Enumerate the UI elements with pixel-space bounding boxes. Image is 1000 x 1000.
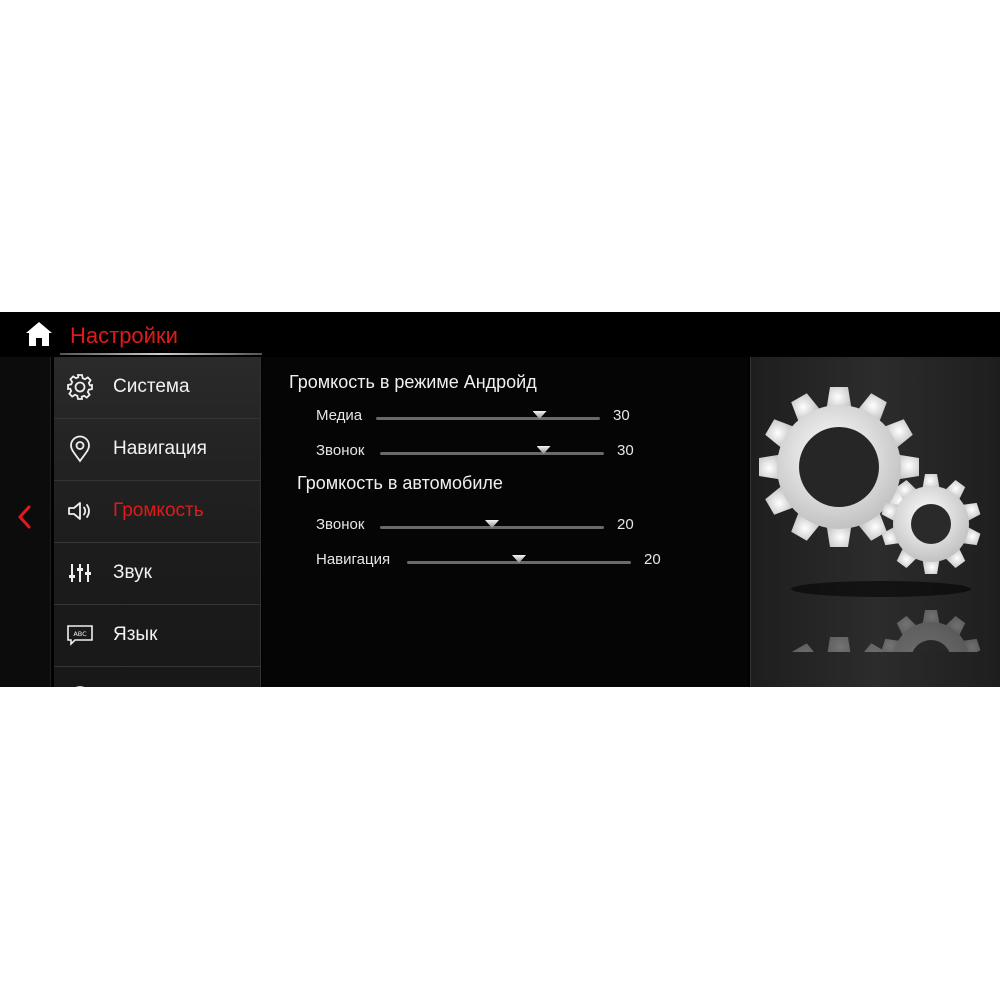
slider-thumb[interactable] [536,446,551,454]
gear-icon [67,374,93,400]
back-strip [0,357,51,687]
menu-item-navigation[interactable]: Навигация [54,419,260,481]
slider-label-car-ring: Звонок [316,516,365,533]
decor-panel [750,357,1000,687]
section-title-android: Громкость в режиме Андройд [289,372,537,392]
equalizer-icon [69,564,91,582]
menu-item-language[interactable]: ABC Язык [54,605,260,667]
slider-value-car-ring: 20 [617,516,634,533]
head-unit-screen: Настройки Система Навигация Громкость Зв… [0,312,1000,687]
menu-item-sound[interactable]: Звук [54,543,260,605]
slider-label-android-ring: Звонок [316,442,365,459]
menu-item-volume[interactable]: Громкость [54,481,260,543]
svg-text:ABC: ABC [73,630,87,638]
volume-panel: Громкость в режиме Андройд Медиа 30 Звон… [262,357,748,687]
menu-item-label: Язык [113,624,158,645]
slider-value-android-ring: 30 [617,442,634,459]
info-icon [75,686,85,687]
page-title: Настройки [70,323,178,348]
menu-item-system[interactable]: Система [54,357,260,419]
slider-android-media[interactable] [376,411,600,420]
header-divider [60,353,262,355]
settings-menu: Система Навигация Громкость Звук ABC Язы… [54,357,261,687]
slider-label-android-media: Медиа [316,407,363,424]
header-bar: Настройки [0,312,1000,355]
slider-thumb[interactable] [512,555,526,563]
home-icon[interactable] [24,320,54,348]
speaker-icon [68,502,90,520]
menu-item-more[interactable] [54,667,260,687]
slider-value-android-media: 30 [613,407,630,424]
slider-car-nav[interactable] [407,555,631,564]
menu-item-label: Громкость [113,500,204,521]
keyboard-abc-icon: ABC [67,625,93,646]
slider-android-ring[interactable] [380,446,604,455]
slider-thumb[interactable] [485,520,499,528]
section-title-car: Громкость в автомобиле [297,473,503,493]
gears-icon [759,387,982,652]
menu-item-label: Навигация [113,438,207,459]
slider-label-car-nav: Навигация [316,551,391,568]
slider-value-car-nav: 20 [644,551,661,568]
map-pin-icon [70,435,90,463]
menu-item-label: Система [113,376,190,397]
slider-car-ring[interactable] [380,520,604,529]
slider-thumb[interactable] [532,411,547,419]
menu-item-label: Звук [113,562,152,583]
chevron-left-icon[interactable] [10,502,40,532]
